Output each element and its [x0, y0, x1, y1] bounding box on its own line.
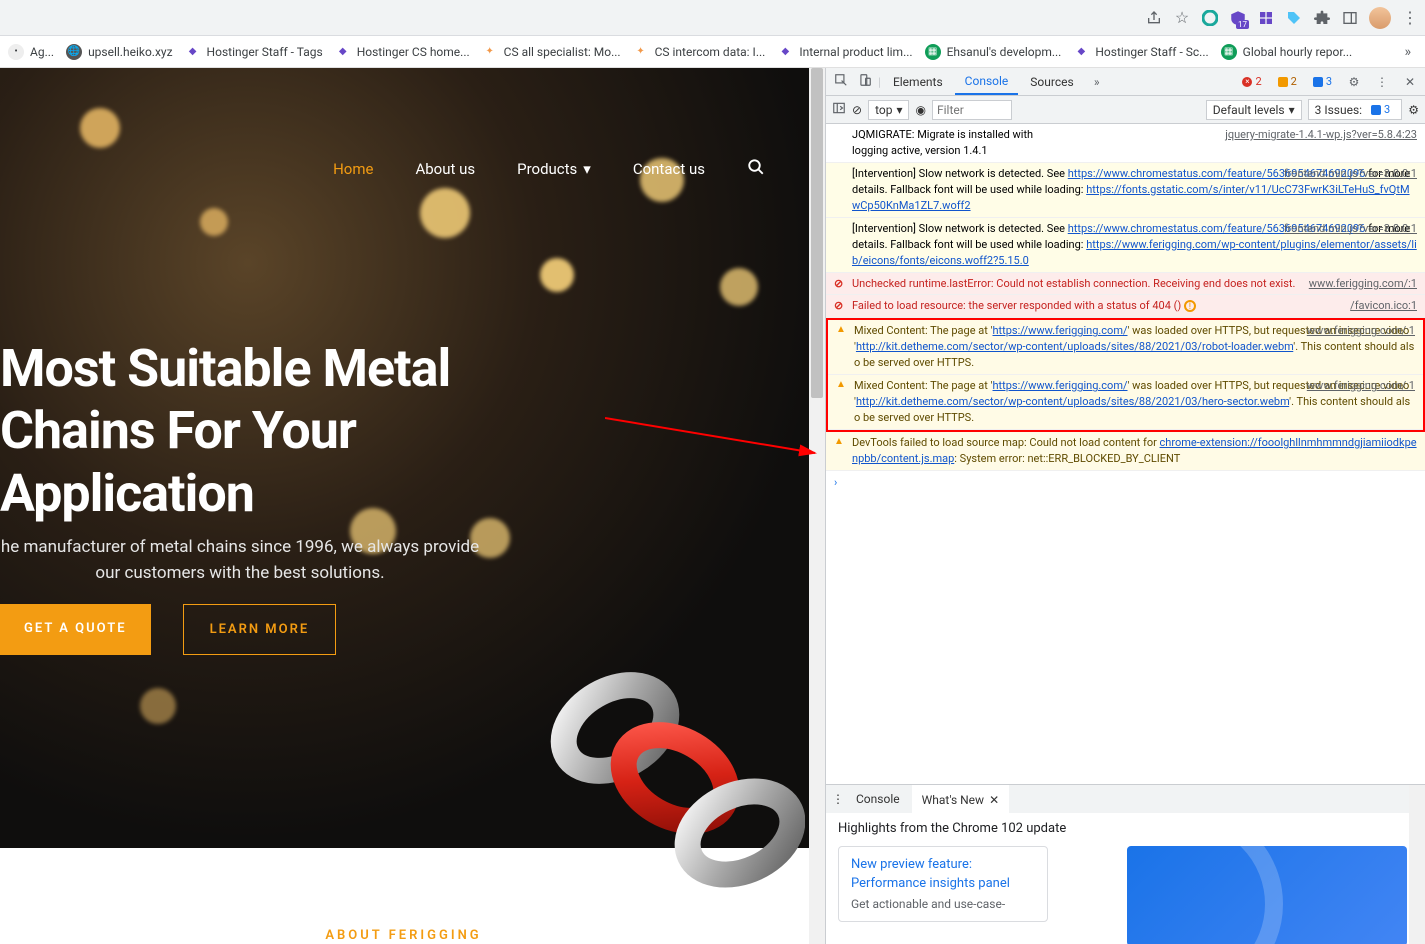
chevron-down-icon: ▾	[583, 160, 591, 178]
ext-icon-2[interactable]: 17	[1229, 9, 1247, 27]
console-warning: DevTools failed to load source map: Coul…	[826, 432, 1425, 471]
console-error: /favicon.ico:1 Failed to load resource: …	[826, 295, 1425, 318]
bookmarks-bar: •Ag... 🌐upsell.heiko.xyz ◆Hostinger Staf…	[0, 36, 1425, 68]
nav-about[interactable]: About us	[415, 160, 475, 178]
console-log: frontend.min.js?ver=3.8.0:1 [Interventio…	[826, 163, 1425, 218]
about-heading: ABOUT FERIGGING	[0, 928, 807, 943]
tab-elements[interactable]: Elements	[883, 68, 953, 95]
browser-toolbar: ☆ 17 ⋮	[0, 0, 1425, 36]
log-levels-selector[interactable]: Default levels ▾	[1206, 100, 1302, 120]
console-warning: www.ferigging.com/:1 Mixed Content: The …	[828, 375, 1423, 430]
tab-sources[interactable]: Sources	[1020, 68, 1083, 95]
drawer-tab-console[interactable]: Console	[846, 785, 910, 813]
devtools-tabbar: | Elements Console Sources » ×2 2 3 ⚙ ⋮ …	[826, 68, 1425, 96]
hero-title: Most Suitable Metal Chains For Your Appl…	[0, 338, 560, 525]
star-icon[interactable]: ☆	[1173, 9, 1191, 27]
inspect-icon[interactable]	[830, 73, 852, 90]
console-log: frontend.min.js?ver=3.8.0:1 [Interventio…	[826, 218, 1425, 273]
info-count[interactable]: 3	[1308, 74, 1337, 89]
drawer-tab-whatsnew[interactable]: What's New✕	[912, 785, 1010, 813]
bookmark-item[interactable]: ◆Hostinger CS home...	[335, 44, 470, 60]
bookmark-item[interactable]: ◆Hostinger Staff - Sc...	[1073, 44, 1208, 60]
bookmark-item[interactable]: ◆Hostinger Staff - Tags	[185, 44, 323, 60]
console-warning: www.ferigging.com/:1 Mixed Content: The …	[828, 320, 1423, 375]
tab-console[interactable]: Console	[955, 68, 1019, 95]
console-log: JQMIGRATE: Migrate is installed with jqu…	[826, 124, 1425, 163]
clear-console-icon[interactable]: ⊘	[852, 103, 862, 117]
search-icon[interactable]	[747, 158, 765, 180]
close-icon[interactable]: ✕	[989, 793, 999, 807]
sidebar-toggle-icon[interactable]	[832, 101, 846, 118]
nav-contact[interactable]: Contact us	[633, 160, 705, 178]
drawer-body: Highlights from the Chrome 102 update Ne…	[826, 813, 1425, 944]
whatsnew-preview	[1127, 846, 1407, 944]
devtools-drawer: ⋮ Console What's New✕ ✕ Highlights from …	[826, 784, 1425, 944]
learn-more-button[interactable]: LEARN MORE	[183, 604, 337, 655]
page-scrollbar[interactable]	[809, 68, 825, 944]
error-count[interactable]: ×2	[1237, 74, 1266, 89]
source-link[interactable]: frontend.min.js?ver=3.8.0:1	[1284, 221, 1417, 237]
device-icon[interactable]	[854, 73, 876, 90]
nav-products[interactable]: Products▾	[517, 160, 591, 178]
bookmark-item[interactable]: ◆Internal product lim...	[777, 44, 912, 60]
source-link[interactable]: www.ferigging.com/:1	[1307, 378, 1415, 394]
devtools-menu-icon[interactable]: ⋮	[1371, 75, 1393, 89]
drawer-menu-icon[interactable]: ⋮	[832, 792, 844, 806]
page-viewport: Home About us Products▾ Contact us Most …	[0, 68, 825, 944]
console-settings-icon[interactable]: ⚙	[1408, 103, 1419, 117]
hero-subtitle: he manufacturer of metal chains since 19…	[0, 534, 480, 587]
issues-button[interactable]: 3 Issues: 3	[1308, 99, 1403, 120]
ext-icon-3[interactable]	[1257, 9, 1275, 27]
context-selector[interactable]: top ▾	[868, 100, 909, 120]
profile-avatar[interactable]	[1369, 7, 1391, 29]
bookmark-item[interactable]: •Ag...	[8, 44, 54, 60]
console-toolbar: ⊘ top ▾ ◉ Default levels ▾ 3 Issues: 3 ⚙	[826, 96, 1425, 124]
tabs-overflow[interactable]: »	[1086, 75, 1108, 89]
get-quote-button[interactable]: GET A QUOTE	[0, 604, 151, 655]
tag-icon[interactable]	[1285, 9, 1303, 27]
menu-icon[interactable]: ⋮	[1401, 9, 1419, 27]
console-error: www.ferigging.com/:1 Unchecked runtime.l…	[826, 273, 1425, 296]
link[interactable]: http://kit.detheme.com/sector/wp-content…	[856, 395, 1289, 408]
link[interactable]: https://www.ferigging.com/	[993, 324, 1128, 337]
source-link[interactable]: /favicon.ico:1	[1350, 298, 1417, 314]
chain-image	[525, 648, 805, 908]
ext-icon-1[interactable]	[1201, 9, 1219, 27]
source-link[interactable]: jquery-migrate-1.4.1-wp.js?ver=5.8.4:23	[1225, 127, 1417, 143]
panel-icon[interactable]	[1341, 9, 1359, 27]
bookmark-item[interactable]: ▦Global hourly repor...	[1221, 44, 1353, 60]
console-prompt[interactable]: ›	[826, 471, 1425, 495]
highlighted-warnings: www.ferigging.com/:1 Mixed Content: The …	[826, 318, 1425, 432]
drawer-heading: Highlights from the Chrome 102 update	[838, 821, 1413, 836]
source-link[interactable]: www.ferigging.com/:1	[1307, 323, 1415, 339]
nav-home[interactable]: Home	[333, 160, 373, 178]
share-icon[interactable]	[1145, 9, 1163, 27]
bookmark-item[interactable]: 🌐upsell.heiko.xyz	[66, 44, 172, 60]
bookmark-item[interactable]: ✦CS all specialist: Mo...	[482, 44, 621, 60]
drawer-tabbar: ⋮ Console What's New✕ ✕	[826, 785, 1425, 813]
link[interactable]: http://kit.detheme.com/sector/wp-content…	[856, 340, 1293, 353]
devtools-panel: | Elements Console Sources » ×2 2 3 ⚙ ⋮ …	[825, 68, 1425, 944]
devtools-close-icon[interactable]: ✕	[1399, 75, 1421, 89]
source-link[interactable]: frontend.min.js?ver=3.8.0:1	[1284, 166, 1417, 182]
source-link[interactable]: www.ferigging.com/:1	[1309, 276, 1417, 292]
bookmark-item[interactable]: ▦Ehsanul's developm...	[925, 44, 1062, 60]
extensions-icon[interactable]	[1313, 9, 1331, 27]
bookmark-item[interactable]: ✦CS intercom data: I...	[633, 44, 766, 60]
console-filter-input[interactable]	[932, 100, 1012, 120]
site-nav: Home About us Products▾ Contact us	[333, 158, 765, 180]
whatsnew-card[interactable]: New preview feature: Performance insight…	[838, 846, 1048, 922]
drawer-scrollbar[interactable]	[1409, 785, 1425, 944]
settings-icon[interactable]: ⚙	[1343, 75, 1365, 89]
bookmarks-overflow[interactable]: »	[1398, 44, 1417, 60]
warn-count[interactable]: 2	[1273, 74, 1302, 89]
eye-icon[interactable]: ◉	[915, 103, 925, 117]
console-output: JQMIGRATE: Migrate is installed with jqu…	[826, 124, 1425, 784]
hero-section: Home About us Products▾ Contact us Most …	[0, 68, 825, 848]
link[interactable]: https://www.ferigging.com/	[993, 379, 1128, 392]
